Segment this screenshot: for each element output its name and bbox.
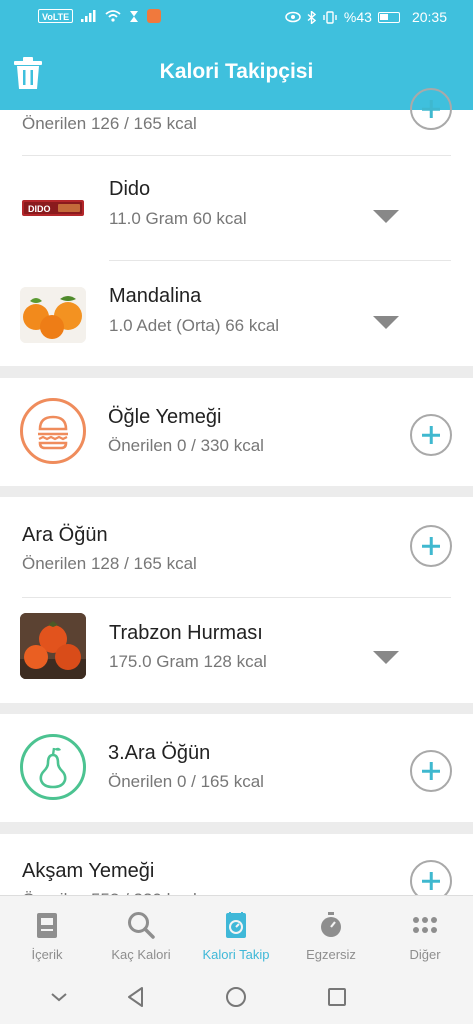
meal-title: Akşam Yemeği [22, 860, 155, 882]
nav-label: Diğer [409, 947, 441, 962]
stopwatch-icon [321, 912, 341, 937]
nav-kac-kalori[interactable]: Kaç Kalori [94, 896, 188, 970]
nav-kalori-takip[interactable]: Kalori Takip [189, 896, 283, 970]
expand-caret-icon[interactable] [373, 210, 399, 223]
expand-caret-icon[interactable] [373, 316, 399, 329]
add-button[interactable] [410, 525, 452, 567]
meal-recommended-kcal: Önerilen 0 / 165 kcal [108, 772, 264, 791]
book-icon [37, 913, 57, 938]
meal-recommended-kcal: Önerilen 126 / 165 kcal [22, 114, 197, 133]
app-bar: Kalori Takipçisi [0, 36, 473, 110]
burger-icon [20, 398, 86, 464]
food-detail: 11.0 Gram 60 kcal [109, 209, 247, 228]
divider [22, 597, 451, 598]
eye-icon [285, 11, 301, 23]
signal-icon [81, 10, 96, 22]
meal-recommended-kcal: Önerilen 0 / 330 kcal [108, 436, 264, 455]
recents-icon[interactable] [325, 985, 349, 1009]
meal-card-ara[interactable]: Ara Öğün Önerilen 128 / 165 kcal Trabzon… [0, 497, 473, 703]
page-title: Kalori Takipçisi [159, 60, 314, 83]
meal-title: Öğle Yemeği [108, 406, 222, 428]
meal-card-ogle[interactable]: Öğle Yemeği Önerilen 0 / 330 kcal [0, 378, 473, 486]
meal-title: Ara Öğün [22, 524, 108, 546]
nav-label: Kalori Takip [202, 947, 270, 962]
food-name: Mandalina [109, 285, 202, 307]
add-button[interactable] [410, 414, 452, 456]
expand-caret-icon[interactable] [373, 651, 399, 664]
home-icon[interactable] [224, 985, 248, 1009]
nav-label: Kaç Kalori [111, 947, 171, 962]
scale-icon [226, 912, 246, 938]
back-icon[interactable] [124, 985, 148, 1009]
divider [22, 155, 451, 156]
food-name: Trabzon Hurması [109, 622, 263, 644]
search-icon [128, 912, 155, 939]
system-nav-bar [0, 969, 473, 1024]
wifi-icon [105, 10, 121, 22]
svg-text:DIDO: DIDO [28, 204, 51, 214]
chocolate-bar-thumb: DIDO [20, 180, 86, 236]
food-detail: 175.0 Gram 128 kcal [109, 652, 267, 671]
volte-badge: VoLTE [38, 9, 74, 23]
vibrate-icon [323, 10, 337, 24]
nav-diger[interactable]: Diğer [378, 896, 472, 970]
add-button[interactable] [410, 750, 452, 792]
nav-label: Egzersiz [306, 947, 356, 962]
nav-icerik[interactable]: İçerik [0, 896, 94, 970]
divider [109, 260, 451, 261]
hourglass-icon [130, 10, 139, 22]
battery-percent: %43 [343, 9, 372, 25]
add-button[interactable] [410, 88, 452, 130]
chevron-down-icon[interactable] [47, 985, 71, 1009]
meal-card-ara3[interactable]: 3.Ara Öğün Önerilen 0 / 165 kcal [0, 714, 473, 822]
persimmon-thumb [20, 613, 86, 679]
bottom-nav: İçerik Kaç Kalori Kalori Takip Egzersiz [0, 895, 473, 969]
bluetooth-icon [307, 10, 316, 24]
meal-title: 3.Ara Öğün [108, 742, 211, 764]
nav-label: İçerik [31, 947, 63, 962]
clock: 20:35 [411, 9, 447, 25]
meal-recommended-kcal: Önerilen 128 / 165 kcal [22, 554, 197, 573]
meal-card-partial: Önerilen 126 / 165 kcal DIDO Dido 11.0 G… [0, 88, 473, 366]
mandarin-thumb [20, 287, 86, 343]
food-name: Dido [109, 178, 151, 200]
status-bar: VoLTE %43 20:35 [0, 0, 473, 36]
nav-egzersiz[interactable]: Egzersiz [284, 896, 378, 970]
food-detail: 1.0 Adet (Orta) 66 kcal [109, 316, 280, 335]
battery-icon [377, 11, 400, 23]
pear-icon [20, 734, 86, 800]
notification-app-icon [147, 9, 162, 23]
more-dots-icon [413, 917, 437, 933]
